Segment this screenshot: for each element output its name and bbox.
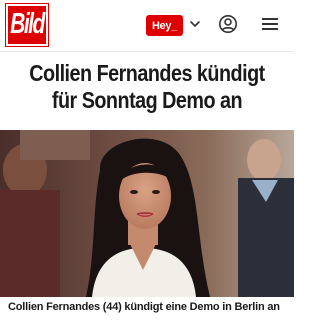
headline-line-1: Collien Fernandes kündigt — [29, 60, 265, 86]
headline-line-2: für Sonntag Demo an — [51, 87, 243, 113]
caption-text: Collien Fernandes (44) kündigt eine Demo… — [8, 301, 280, 313]
account-icon[interactable] — [218, 14, 238, 34]
logo-text: Bild — [10, 8, 45, 40]
bild-logo[interactable]: Bild — [6, 4, 48, 46]
photo-illustration — [0, 130, 294, 297]
hey-button[interactable]: Hey_ — [146, 15, 183, 36]
photo-caption: Collien Fernandes (44) kündigt eine Demo… — [0, 297, 294, 320]
article-headline[interactable]: Collien Fernandes kündigt für Sonntag De… — [21, 60, 274, 114]
menu-icon[interactable] — [261, 16, 279, 32]
site-header: Bild Hey_ — [0, 0, 294, 52]
chevron-down-icon[interactable] — [188, 17, 202, 31]
article-photo[interactable] — [0, 130, 294, 297]
hey-label: Hey_ — [151, 19, 178, 32]
